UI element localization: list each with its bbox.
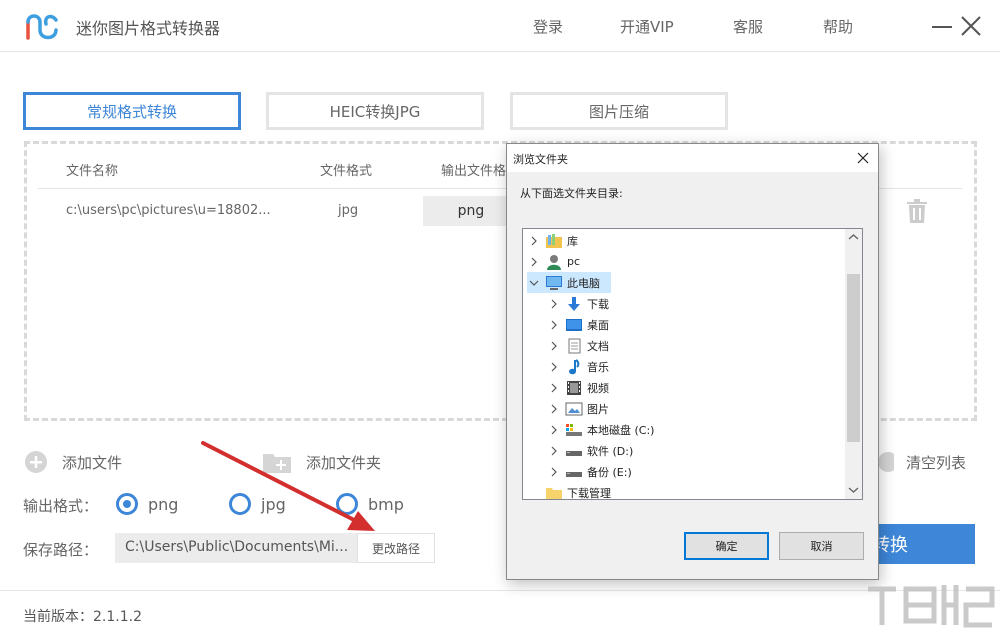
download-icon: [568, 296, 580, 311]
tree-item-label: 备份 (E:): [587, 465, 632, 479]
column-header-name: 文件名称: [66, 164, 119, 179]
folder-icon: [546, 487, 562, 499]
output-format-label: 输出格式：: [23, 497, 99, 515]
tree-item-videos[interactable]: 视频: [547, 377, 609, 398]
chevron-right-icon[interactable]: [527, 234, 541, 248]
user-icon: [547, 254, 561, 270]
add-file-label: 添加文件: [62, 453, 123, 472]
tree-item-label: 视频: [587, 381, 609, 395]
close-icon[interactable]: [957, 12, 985, 40]
tree-item-documents[interactable]: 文档: [547, 335, 609, 356]
chevron-right-icon[interactable]: [547, 423, 561, 437]
change-path-button[interactable]: 更改路径: [357, 533, 435, 563]
dialog-title: 浏览文件夹: [513, 153, 568, 166]
tree-item-pictures[interactable]: 图片: [547, 398, 609, 419]
tree-item-label: 下载管理: [567, 486, 611, 500]
tree-item-label: 音乐: [587, 360, 609, 374]
dialog-title-bar: 浏览文件夹: [507, 144, 878, 172]
tree-item-label: 下载: [587, 297, 609, 311]
library-icon: [546, 233, 562, 248]
folder-tree[interactable]: 库 pc 此电脑 下载 桌面 文档 音乐 视频 图片 本地磁盘 (C:) 软件 …: [522, 228, 863, 500]
chevron-right-icon[interactable]: [547, 465, 561, 479]
radio-dot: [116, 493, 138, 515]
tree-item-this-pc[interactable]: 此电脑: [527, 272, 611, 293]
tree-scrollbar[interactable]: [845, 229, 862, 499]
drive-c-icon: [566, 423, 582, 436]
add-file-button[interactable]: 添加文件: [24, 451, 122, 473]
tree-item-download-manager[interactable]: 下载管理: [527, 482, 611, 500]
title-bar: 迷你图片格式转换器 登录 开通VIP 客服 帮助: [0, 0, 1000, 52]
scroll-down-icon[interactable]: [848, 486, 859, 494]
dialog-instruction: 从下面选文件夹目录:: [520, 187, 623, 200]
save-path-input[interactable]: C:\Users\Public\Documents\Mi...: [115, 533, 357, 563]
tree-item-downloads[interactable]: 下载: [547, 293, 609, 314]
tab-image-compress[interactable]: 图片压缩: [510, 92, 728, 130]
chevron-right-icon[interactable]: [527, 255, 541, 269]
column-header-output: 输出文件格: [441, 164, 507, 179]
file-format-cell: jpg: [338, 203, 359, 218]
tree-item-pc[interactable]: pc: [527, 251, 580, 272]
chevron-right-icon[interactable]: [547, 339, 561, 353]
tree-item-drive-d[interactable]: 软件 (D:): [547, 440, 633, 461]
tree-item-drive-e[interactable]: 备份 (E:): [547, 461, 632, 482]
tab-normal-convert[interactable]: 常规格式转换: [23, 92, 241, 130]
chevron-right-icon[interactable]: [547, 444, 561, 458]
plus-circle-icon: [25, 451, 47, 473]
chevron-right-icon[interactable]: [547, 402, 561, 416]
watermark-logo-icon: [868, 585, 995, 628]
tab-heic-to-jpg[interactable]: HEIC转换JPG: [266, 92, 484, 130]
browse-folder-dialog: 浏览文件夹 从下面选文件夹目录: 库 pc 此电脑 下载 桌面 文档 音乐 视频…: [506, 143, 879, 580]
tree-item-label: 软件 (D:): [587, 444, 634, 458]
save-path-label: 保存路径：: [23, 541, 99, 559]
dialog-close-icon[interactable]: [855, 150, 871, 166]
tree-item-label: 本地磁盘 (C:): [587, 423, 655, 437]
tree-item-library[interactable]: 库: [527, 230, 578, 251]
trash-icon[interactable]: [905, 198, 929, 224]
tree-item-music[interactable]: 音乐: [547, 356, 609, 377]
app-logo-icon: [26, 14, 58, 40]
vip-link[interactable]: 开通VIP: [620, 16, 674, 37]
video-icon: [567, 380, 581, 395]
desktop-icon: [566, 318, 582, 331]
chevron-right-icon[interactable]: [547, 318, 561, 332]
cancel-button[interactable]: 取消: [779, 532, 864, 560]
drive-icon: [566, 471, 582, 477]
footer: [0, 590, 1000, 640]
computer-icon: [546, 275, 562, 290]
service-link[interactable]: 客服: [733, 16, 763, 37]
annotation-arrow-icon: [201, 441, 375, 531]
radio-png[interactable]: png: [116, 492, 178, 516]
chevron-down-icon[interactable]: [527, 276, 541, 290]
help-link[interactable]: 帮助: [823, 16, 853, 37]
tree-item-label: 桌面: [587, 318, 609, 332]
chevron-right-icon[interactable]: [547, 297, 561, 311]
login-link[interactable]: 登录: [533, 16, 563, 37]
ok-button[interactable]: 确定: [684, 532, 769, 560]
picture-icon: [565, 402, 583, 415]
tree-item-desktop[interactable]: 桌面: [547, 314, 609, 335]
tree-item-label: 文档: [587, 339, 609, 353]
scroll-up-icon[interactable]: [848, 233, 859, 241]
clear-list-label: 清空列表: [906, 453, 967, 472]
tree-item-label: pc: [567, 255, 581, 268]
music-icon: [569, 358, 580, 374]
chevron-right-icon[interactable]: [547, 360, 561, 374]
document-icon: [568, 338, 581, 353]
version-text: 当前版本：2.1.1.2: [23, 609, 142, 625]
tree-item-label: 此电脑: [567, 276, 600, 290]
minimize-icon[interactable]: [928, 12, 956, 40]
clear-list-button[interactable]: 清空列表: [874, 451, 966, 473]
file-name-cell: c:\users\pc\pictures\u=18802...: [66, 203, 271, 218]
column-header-format: 文件格式: [320, 164, 373, 179]
radio-png-label: png: [148, 494, 179, 514]
drive-icon: [566, 450, 582, 456]
output-format-select[interactable]: png: [423, 196, 519, 226]
tree-item-drive-c[interactable]: 本地磁盘 (C:): [547, 419, 654, 440]
app-title: 迷你图片格式转换器: [76, 19, 221, 38]
tree-item-label: 库: [567, 234, 578, 248]
chevron-right-icon[interactable]: [547, 381, 561, 395]
scrollbar-thumb[interactable]: [847, 274, 860, 442]
tree-item-label: 图片: [587, 402, 609, 416]
